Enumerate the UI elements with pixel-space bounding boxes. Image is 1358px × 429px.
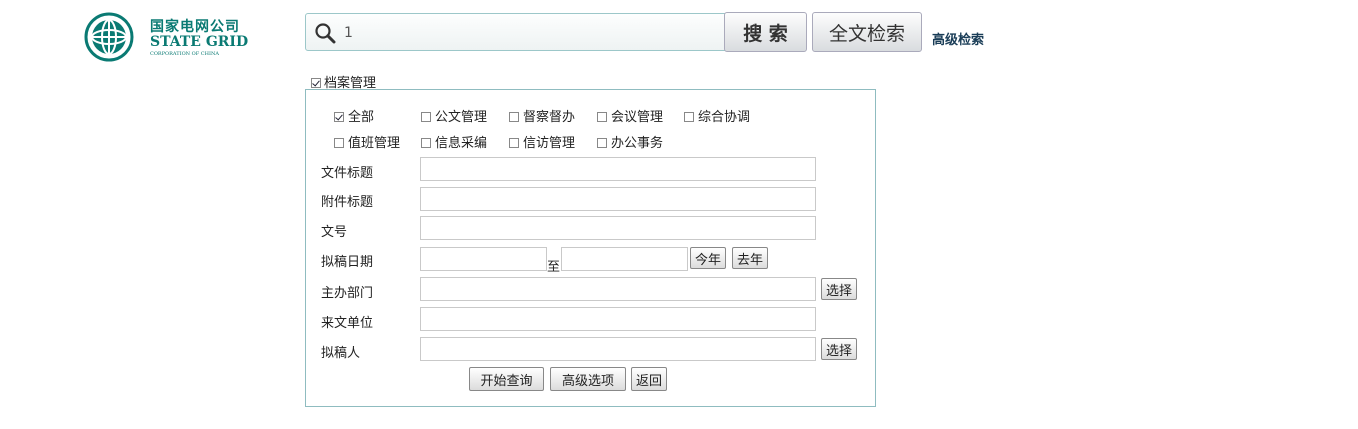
category-meetings[interactable]: 会议管理 <box>597 106 663 125</box>
category-supervision[interactable]: 督察督办 <box>509 106 575 125</box>
category-all[interactable]: 全部 <box>334 106 374 125</box>
start-query-button[interactable]: 开始查询 <box>469 367 544 391</box>
category-checkbox[interactable] <box>334 138 344 148</box>
state-grid-emblem-icon <box>84 12 134 62</box>
category-label: 会议管理 <box>611 110 664 125</box>
file-title-input[interactable] <box>420 157 816 181</box>
host-dept-label: 主办部门 <box>321 286 374 301</box>
state-grid-logo: 国家电网公司 STATE GRID CORPORATION OF CHINA <box>84 12 248 64</box>
advanced-search-link[interactable]: 高级检索 <box>932 29 984 48</box>
draft-date-label: 拟稿日期 <box>321 255 374 270</box>
fulltext-search-button[interactable]: 全文检索 <box>812 12 922 52</box>
advanced-search-panel: 全部 公文管理 督察督办 会议管理 综合协调 值班管理 信息采编 信访管理 办公… <box>305 89 876 407</box>
back-button[interactable]: 返回 <box>631 367 667 391</box>
category-checkbox[interactable] <box>509 138 519 148</box>
search-icon <box>315 23 336 44</box>
category-checkbox[interactable] <box>597 138 607 148</box>
category-label: 信息采编 <box>435 136 488 151</box>
category-label: 全部 <box>348 110 375 125</box>
drafter-select-button[interactable]: 选择 <box>821 338 857 360</box>
date-to-label: 至 <box>547 260 561 275</box>
category-info-editing[interactable]: 信息采编 <box>421 132 487 151</box>
category-all-checkbox[interactable] <box>334 112 344 122</box>
doc-number-input[interactable] <box>420 216 816 240</box>
category-official-docs[interactable]: 公文管理 <box>421 106 487 125</box>
draft-date-end-input[interactable] <box>561 247 688 271</box>
doc-number-label: 文号 <box>321 225 348 240</box>
host-dept-input[interactable] <box>420 277 816 301</box>
drafter-label: 拟稿人 <box>321 346 361 361</box>
category-label: 综合协调 <box>698 110 751 125</box>
category-label: 办公事务 <box>611 136 664 151</box>
attachment-title-input[interactable] <box>420 187 816 211</box>
attachment-title-label: 附件标题 <box>321 195 374 210</box>
search-input[interactable] <box>342 20 726 46</box>
category-coordination[interactable]: 综合协调 <box>684 106 750 125</box>
category-label: 值班管理 <box>348 136 401 151</box>
category-label: 公文管理 <box>435 110 488 125</box>
source-unit-input[interactable] <box>420 307 816 331</box>
category-checkbox[interactable] <box>509 112 519 122</box>
logo-sub-text: CORPORATION OF CHINA <box>150 51 219 57</box>
last-year-button[interactable]: 去年 <box>732 247 768 269</box>
draft-date-start-input[interactable] <box>420 247 547 271</box>
logo-cn-text: 国家电网公司 <box>150 19 240 35</box>
category-checkbox[interactable] <box>684 112 694 122</box>
category-label: 信访管理 <box>523 136 576 151</box>
category-label: 督察督办 <box>523 110 576 125</box>
search-button[interactable]: 搜 索 <box>724 12 807 52</box>
source-unit-label: 来文单位 <box>321 316 374 331</box>
category-checkbox[interactable] <box>597 112 607 122</box>
category-checkbox[interactable] <box>421 112 431 122</box>
host-dept-select-button[interactable]: 选择 <box>821 278 857 300</box>
advanced-options-button[interactable]: 高级选项 <box>550 367 626 391</box>
archive-checkbox[interactable] <box>311 78 321 88</box>
file-title-label: 文件标题 <box>321 166 374 181</box>
drafter-input[interactable] <box>420 337 816 361</box>
category-office-affairs[interactable]: 办公事务 <box>597 132 663 151</box>
category-checkbox[interactable] <box>421 138 431 148</box>
logo-en-text: STATE GRID <box>150 34 249 50</box>
category-duty[interactable]: 值班管理 <box>334 132 400 151</box>
category-petitions[interactable]: 信访管理 <box>509 132 575 151</box>
this-year-button[interactable]: 今年 <box>690 247 726 269</box>
